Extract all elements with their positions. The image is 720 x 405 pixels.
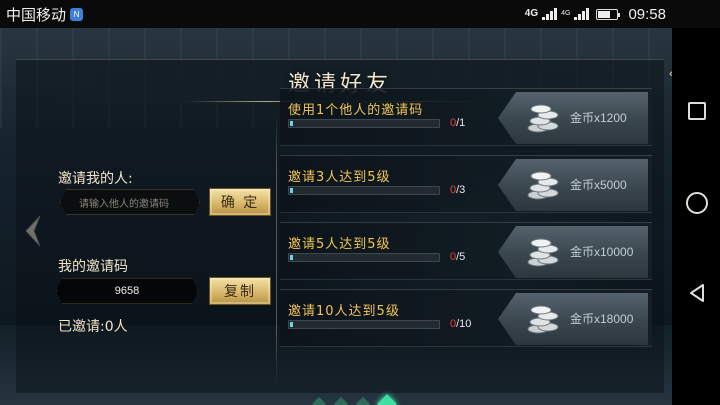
task-progress-text: 0/5 — [450, 251, 465, 263]
page-dot[interactable] — [355, 396, 371, 405]
carrier-badge-icon: N — [70, 7, 84, 21]
coin-stack-icon — [527, 305, 559, 334]
task-progress-target: /10 — [456, 318, 472, 330]
task-progress-tip — [290, 188, 293, 193]
task-title: 邀请5人达到5级 — [288, 237, 391, 252]
claim-reward-button[interactable]: 金币x18000 — [498, 293, 648, 345]
coin-stack-icon — [527, 171, 559, 200]
reward-amount: 金币x10000 — [570, 245, 634, 259]
coin-stack-icon — [527, 104, 559, 133]
task-progress-target: /1 — [456, 117, 466, 129]
task-progress-tip — [290, 121, 293, 126]
status-bar: 中国移动 N 4G 4G 09:58 — [0, 0, 720, 28]
page-dot[interactable] — [333, 396, 349, 405]
task-row: 使用1个他人的邀请码 0/1 金币x1200 — [280, 88, 652, 146]
network-type: 4G — [524, 8, 539, 19]
task-title: 邀请10人达到5级 — [288, 304, 400, 319]
task-row: 邀请5人达到5级 0/5 金币x10000 — [280, 222, 652, 280]
page-dot[interactable] — [377, 394, 397, 405]
status-indicators: 4G 4G 09:58 — [525, 0, 666, 28]
game-scene: 邀请好友 ‹ 邀请我的人: 请输入他人的邀请码 确 定 我的邀请码 9658 复… — [0, 28, 672, 405]
battery-icon — [596, 8, 621, 20]
task-progress-target: /5 — [456, 251, 466, 263]
system-nav-bar — [672, 28, 720, 405]
my-invite-code: 9658 — [56, 278, 198, 304]
copy-button[interactable]: 复制 — [209, 277, 271, 305]
page-indicator — [0, 392, 672, 405]
task-progress-text: 0/1 — [450, 117, 465, 129]
my-code-label: 我的邀请码 — [58, 259, 128, 275]
task-progress-bar — [288, 320, 440, 329]
back-triangle-icon[interactable] — [686, 282, 708, 304]
task-progress-tip — [290, 322, 293, 327]
task-progress-target: /3 — [456, 184, 466, 196]
home-icon[interactable] — [686, 192, 708, 214]
task-progress-bar — [288, 186, 440, 195]
recent-apps-icon[interactable] — [688, 102, 706, 120]
claim-reward-button[interactable]: 金币x10000 — [498, 226, 648, 278]
claim-reward-button[interactable]: 金币x1200 — [498, 92, 648, 144]
task-progress-tip — [290, 255, 293, 260]
inviter-label: 邀请我的人: — [58, 171, 133, 187]
task-progress-bar — [288, 119, 440, 128]
reward-amount: 金币x5000 — [570, 178, 627, 192]
reward-amount: 金币x18000 — [570, 312, 634, 326]
claim-reward-button[interactable]: 金币x5000 — [498, 159, 648, 211]
signal-icon — [542, 8, 558, 20]
task-row: 邀请10人达到5级 0/10 金币x18000 — [280, 289, 652, 347]
invited-count: 已邀请:0人 — [58, 319, 128, 335]
task-title: 使用1个他人的邀请码 — [288, 103, 424, 118]
page-dot[interactable] — [311, 396, 327, 405]
network-type-secondary: 4G — [561, 10, 571, 17]
column-divider — [276, 113, 277, 383]
clock: 09:58 — [628, 5, 666, 23]
coin-stack-icon — [527, 238, 559, 267]
task-title: 邀请3人达到5级 — [288, 170, 391, 185]
confirm-button[interactable]: 确 定 — [209, 188, 271, 216]
signal-secondary-icon — [574, 8, 590, 20]
carrier-name: 中国移动 — [6, 6, 67, 24]
reward-amount: 金币x1200 — [570, 111, 627, 125]
task-progress-bar — [288, 253, 440, 262]
task-progress-text: 0/3 — [450, 184, 465, 196]
task-row: 邀请3人达到5级 0/3 金币x5000 — [280, 155, 652, 213]
task-progress-text: 0/10 — [450, 318, 471, 330]
invite-code-input[interactable]: 请输入他人的邀请码 — [60, 189, 200, 215]
